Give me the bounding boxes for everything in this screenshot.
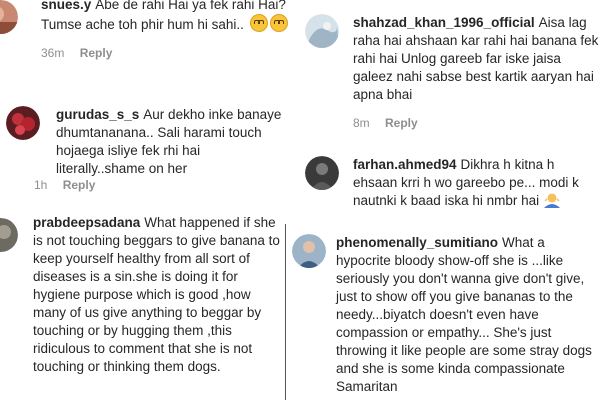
comment-username[interactable]: farhan.ahmed94 xyxy=(353,157,457,172)
comment-username[interactable]: snues.y xyxy=(41,0,91,12)
comment-time: 36m xyxy=(41,46,65,60)
reply-button[interactable]: Reply xyxy=(80,46,113,60)
comment-body: What a hypocrite bloody show-off she is … xyxy=(336,235,592,394)
relieved-face-emoji xyxy=(269,14,288,32)
comment-meta: 8m Reply xyxy=(353,116,599,130)
avatar[interactable] xyxy=(305,156,339,190)
avatar[interactable] xyxy=(6,106,40,140)
comment-text: shahzad_khan_1996_official Aisa lag raha … xyxy=(353,14,599,104)
person-shrugging-emoji xyxy=(543,193,560,208)
comment-username[interactable]: shahzad_khan_1996_official xyxy=(353,15,535,30)
comment-meta: 36m Reply xyxy=(41,46,296,60)
comment-text: phenomenally_sumitiano What a hypocrite b… xyxy=(336,234,598,396)
comment-text: snues.y Abe de rahi Hai ya fek rahi Hai? … xyxy=(41,0,296,34)
avatar[interactable] xyxy=(0,218,18,252)
comment-text: farhan.ahmed94 Dikhra h kitna h ehsaan kr… xyxy=(353,156,599,210)
relieved-face-emoji xyxy=(249,14,268,32)
comment-time: 1h xyxy=(34,178,48,192)
comment-username[interactable]: prabdeepsadana xyxy=(33,215,140,230)
comment-time: 8m xyxy=(353,116,370,130)
comment-text: prabdeepsadana What happened if she is no… xyxy=(33,214,280,376)
divider xyxy=(285,224,286,400)
comment-username[interactable]: gurudas_s_s xyxy=(56,107,139,122)
avatar[interactable] xyxy=(305,14,339,48)
reply-button[interactable]: Reply xyxy=(63,178,96,192)
comment-body: What happened if she is not touching beg… xyxy=(33,215,280,374)
avatar[interactable] xyxy=(0,0,18,34)
reply-button[interactable]: Reply xyxy=(385,116,418,130)
comment-username[interactable]: phenomenally_sumitiano xyxy=(336,235,498,250)
comment-meta: 1h Reply xyxy=(34,178,95,192)
comment-text: gurudas_s_s Aur dekho inke banaye dhumtan… xyxy=(56,106,286,178)
avatar[interactable] xyxy=(292,234,326,268)
